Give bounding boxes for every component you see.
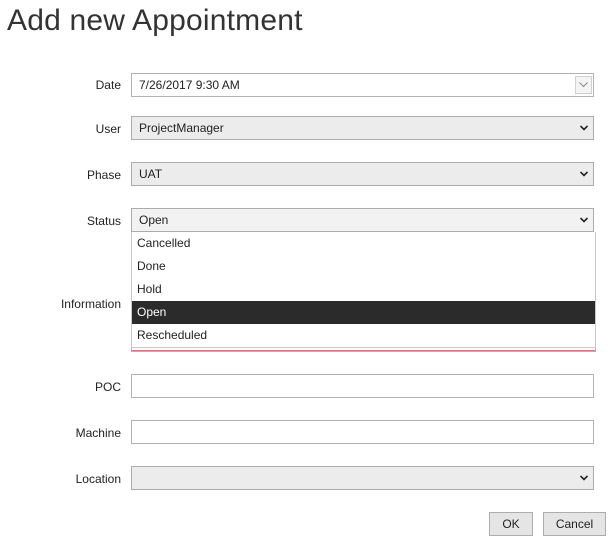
chevron-down-icon [580,217,588,223]
user-label: User [95,122,121,136]
status-dropdown-list[interactable]: Cancelled Done Hold Open Rescheduled [131,232,596,348]
location-label: Location [75,472,121,486]
phase-label: Phase [86,168,121,182]
user-value: ProjectManager [139,121,224,135]
phase-value: UAT [139,167,163,181]
validation-error-underline [132,350,595,351]
machine-label: Machine [75,426,121,440]
status-value: Open [139,213,169,227]
status-option-done[interactable]: Done [132,255,595,278]
chevron-down-icon [580,171,588,177]
chevron-down-icon [579,82,588,88]
machine-input[interactable] [131,420,594,444]
poc-input[interactable] [131,374,594,398]
poc-label: POC [94,380,121,394]
cancel-button[interactable]: Cancel [543,512,606,536]
information-label: Information [60,297,121,311]
status-option-open[interactable]: Open [132,301,595,324]
date-dropdown-button[interactable] [575,76,592,94]
status-option-hold[interactable]: Hold [132,278,595,301]
dialog-title: Add new Appointment [7,4,303,37]
user-select[interactable]: ProjectManager [131,116,594,140]
date-label: Date [95,78,121,92]
chevron-down-icon [580,125,588,131]
date-value: 7/26/2017 9:30 AM [139,78,240,92]
phase-select[interactable]: UAT [131,162,594,186]
status-select[interactable]: Open [131,208,594,232]
location-select[interactable] [131,466,594,490]
ok-button[interactable]: OK [489,512,533,536]
chevron-down-icon [580,475,588,481]
status-option-rescheduled[interactable]: Rescheduled [132,324,595,347]
date-picker[interactable]: 7/26/2017 9:30 AM [131,73,594,97]
status-label: Status [86,214,121,228]
status-option-cancelled[interactable]: Cancelled [132,232,595,255]
